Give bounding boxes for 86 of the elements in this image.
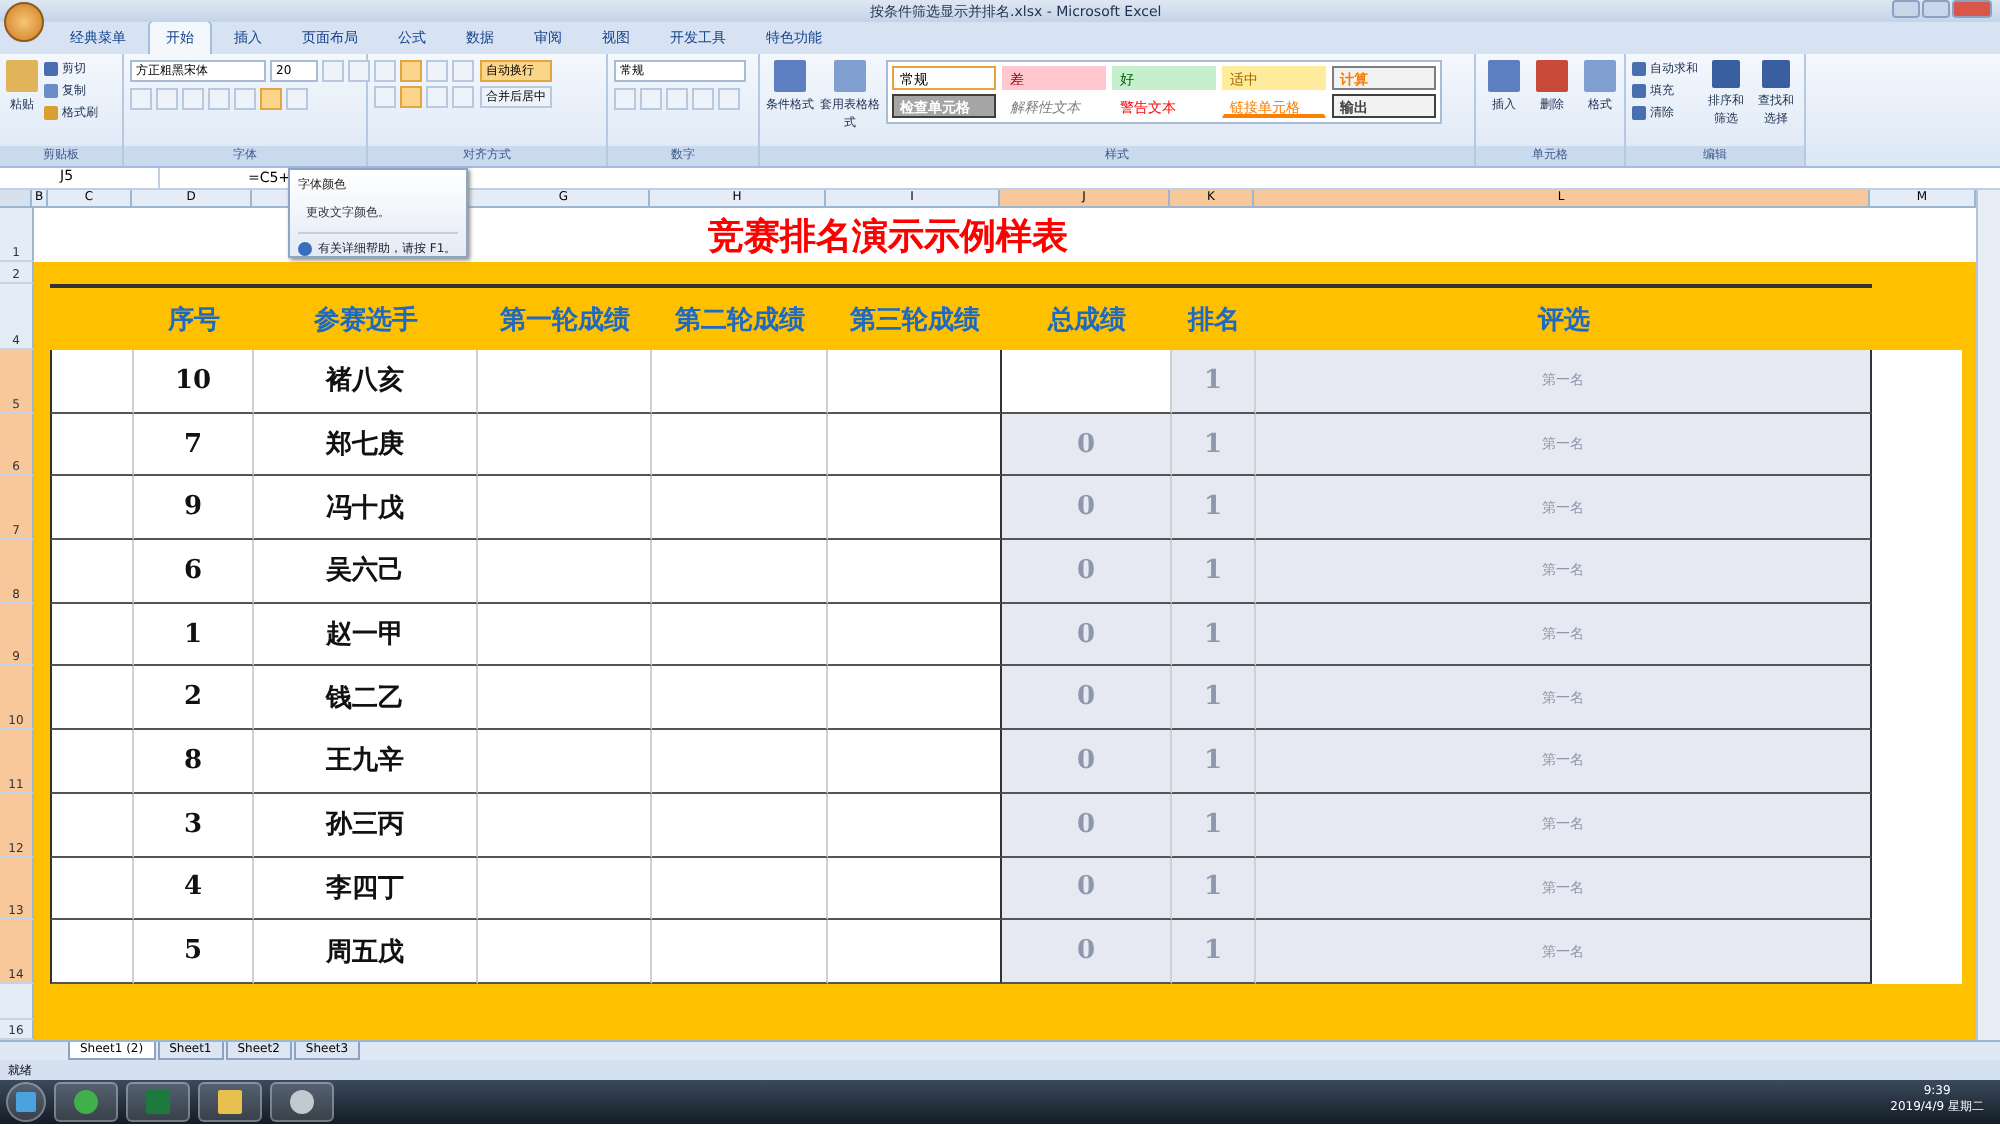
table-cell: 钱二乙: [254, 666, 478, 731]
table-cell: 0: [1002, 730, 1172, 794]
number-button[interactable]: [692, 88, 714, 110]
close-button[interactable]: [1952, 0, 1992, 18]
taskbar-app[interactable]: [54, 1082, 118, 1122]
table-cell: 1: [134, 603, 254, 667]
table-cell: 1: [1172, 476, 1256, 541]
row-header[interactable]: [0, 983, 34, 1020]
align-button[interactable]: [400, 86, 422, 108]
tool-icon: [1712, 60, 1740, 88]
table-cell: [50, 730, 134, 794]
table-cell: 0: [1002, 857, 1172, 921]
table-cell: 4: [134, 857, 254, 921]
table-cell: 1: [1172, 920, 1256, 984]
taskbar-app[interactable]: [270, 1082, 334, 1122]
column-heading: 第二轮成绩: [675, 303, 805, 337]
table-cell: 李四丁: [254, 857, 478, 921]
table-cell: 0: [1002, 603, 1172, 667]
column-heading: 评选: [1538, 303, 1590, 337]
table-cell: 2: [134, 666, 254, 731]
vertical-scrollbar[interactable]: [1976, 190, 2000, 1040]
table-cell: 1: [1172, 413, 1256, 477]
help-icon: [298, 242, 312, 256]
column-heading: 第三轮成绩: [850, 303, 980, 337]
taskbar-app[interactable]: [198, 1082, 262, 1122]
table-cell: 赵一甲: [254, 603, 478, 667]
table-cell: 0: [1002, 476, 1172, 541]
number-button[interactable]: [640, 88, 662, 110]
maximize-button[interactable]: [1922, 0, 1950, 18]
align-button[interactable]: [400, 60, 422, 82]
table-cell: 1: [1172, 350, 1256, 414]
table-cell: 1: [1172, 603, 1256, 667]
table-cell: 9: [134, 476, 254, 541]
table-cell: 孙三丙: [254, 793, 478, 857]
table-cell: [50, 413, 134, 477]
table-cell: 褚八亥: [254, 350, 478, 414]
minimize-button[interactable]: [1892, 0, 1920, 18]
column-heading: 参赛选手: [314, 303, 418, 337]
column-heading: 总成绩: [1048, 303, 1126, 337]
table-cell: 0: [1002, 920, 1172, 984]
column-heading: 排名: [1188, 303, 1240, 337]
number-button[interactable]: [718, 88, 740, 110]
taskbar-app[interactable]: [126, 1082, 190, 1122]
table-cell: [50, 540, 134, 604]
table-cell: 10: [134, 350, 254, 414]
table-cell: 1: [1172, 730, 1256, 794]
align-button[interactable]: [374, 86, 396, 108]
table-cell: 8: [134, 730, 254, 794]
table-cell: [50, 666, 134, 731]
table-cell: [50, 350, 134, 414]
start-button[interactable]: [6, 1082, 46, 1122]
table-cell: [50, 793, 134, 857]
align-button[interactable]: [452, 86, 474, 108]
number-button[interactable]: [666, 88, 688, 110]
table-cell: 3: [134, 793, 254, 857]
sheet-title: 竞赛排名演示示例样表: [708, 213, 1068, 259]
table-cell: 5: [134, 920, 254, 984]
align-button[interactable]: [452, 60, 474, 82]
table-cell: 7: [134, 413, 254, 477]
table-cell: [50, 920, 134, 984]
align-button[interactable]: [426, 60, 448, 82]
select-all-corner[interactable]: [0, 190, 32, 208]
table-cell: 6: [134, 540, 254, 604]
table-cell: 郑七庚: [254, 413, 478, 477]
table-cell: 0: [1002, 413, 1172, 477]
tool-icon: [1762, 60, 1790, 88]
table-cell: 王九辛: [254, 730, 478, 794]
table-cell: [50, 476, 134, 541]
align-button[interactable]: [374, 60, 396, 82]
table-cell: 1: [1172, 857, 1256, 921]
column-heading: 第一轮成绩: [500, 303, 630, 337]
table-cell: 1: [1172, 793, 1256, 857]
table-cell: 吴六己: [254, 540, 478, 604]
table-cell: [50, 603, 134, 667]
table-cell: 0: [1002, 540, 1172, 604]
table-cell: 1: [1172, 666, 1256, 731]
align-button[interactable]: [426, 86, 448, 108]
column-heading: 序号: [168, 303, 220, 337]
table-cell: 0: [1002, 666, 1172, 731]
table-cell: 冯十戊: [254, 476, 478, 541]
table-cell: 0: [1002, 793, 1172, 857]
number-button[interactable]: [614, 88, 636, 110]
circle-icon: [74, 1090, 98, 1114]
table-cell: [50, 857, 134, 921]
table-cell: 1: [1172, 540, 1256, 604]
table-cell: 周五戊: [254, 920, 478, 984]
